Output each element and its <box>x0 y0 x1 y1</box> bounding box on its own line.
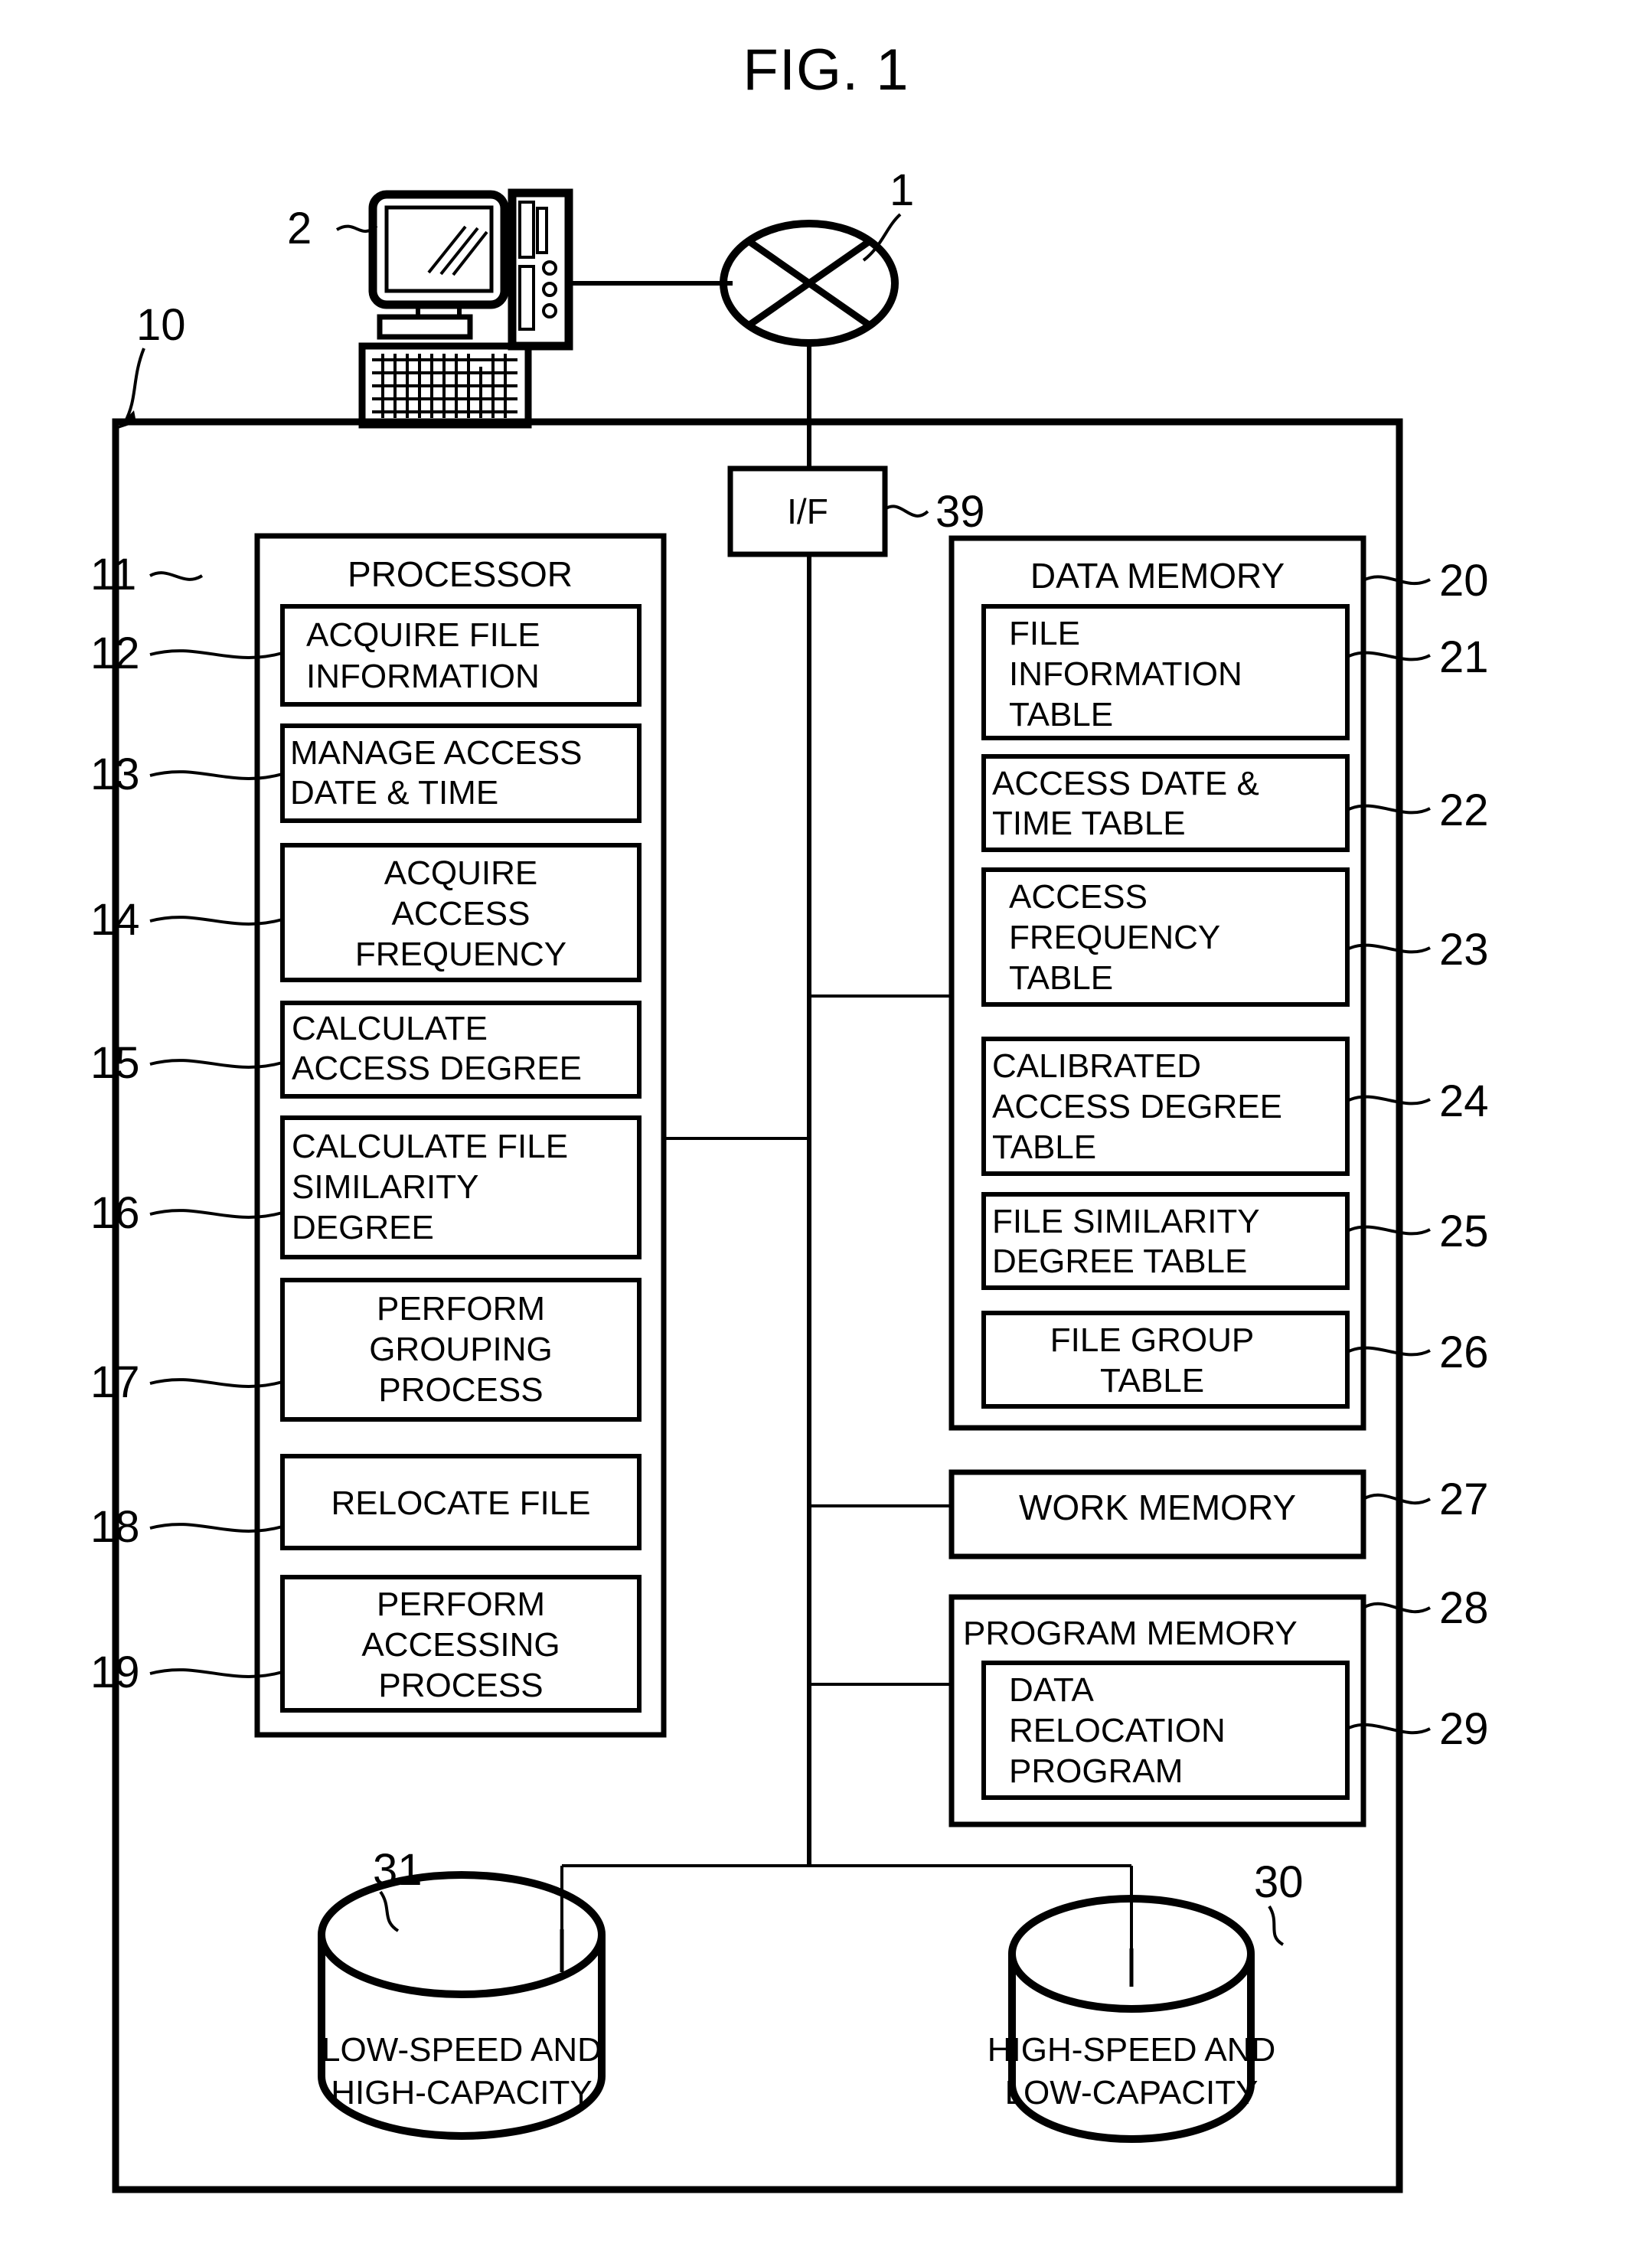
low-speed-storage-line: HIGH-CAPACITY <box>331 2074 592 2111</box>
data-memory-block-21: FILE INFORMATION TABLE <box>981 604 1350 740</box>
block-line: PROGRAM <box>1009 1752 1183 1790</box>
ref-leader-high-speed-storage <box>1268 1905 1285 1946</box>
block-line: CALIBRATED <box>992 1047 1201 1085</box>
ref-label-program-memory: 28 <box>1439 1583 1489 1633</box>
block-line: MANAGE ACCESS <box>290 734 582 772</box>
block-line: PERFORM <box>377 1586 545 1623</box>
program-memory-heading: PROGRAM MEMORY <box>963 1615 1298 1652</box>
ref-label-calculate-access-degree: 15 <box>90 1038 140 1088</box>
processor-block-13: MANAGE ACCESS DATE & TIME <box>280 723 642 823</box>
block-line: ACQUIRE FILE <box>306 616 540 654</box>
processor-block-19: PERFORM ACCESSING PROCESS <box>280 1575 642 1713</box>
ref-label-interface: 39 <box>935 487 985 537</box>
processor-heading: PROCESSOR <box>348 554 573 594</box>
block-line: PROCESS <box>378 1667 543 1704</box>
ref-label-network: 1 <box>890 165 914 215</box>
block-line: ACCESS DATE & <box>992 765 1259 802</box>
block-line: TABLE <box>992 1128 1096 1166</box>
processor-block-16: CALCULATE FILE SIMILARITY DEGREE <box>280 1115 642 1259</box>
block-line: INFORMATION <box>1009 655 1242 693</box>
ref-label-low-speed-storage: 31 <box>373 1845 423 1895</box>
block-line: SIMILARITY <box>292 1168 479 1206</box>
ref-label-access-date-time-table: 22 <box>1439 785 1489 835</box>
block-line: DATE & TIME <box>290 774 498 812</box>
block-line: GROUPING <box>369 1331 553 1368</box>
patent-figure-page: { "figure": { "title": "FIG. 1" }, "refs… <box>0 0 1652 2247</box>
block-line: TABLE <box>1100 1362 1204 1399</box>
block-line: DEGREE TABLE <box>992 1243 1247 1280</box>
ref-leaders-right <box>1347 575 1431 1735</box>
block-line: DATA <box>1009 1671 1094 1709</box>
block-line: TABLE <box>1009 696 1113 733</box>
work-memory-label: WORK MEMORY <box>1019 1488 1296 1527</box>
ref-label-terminal: 2 <box>287 204 312 253</box>
ref-label-calculate-file-similarity-degree: 16 <box>90 1188 140 1238</box>
ref-label-file-group-table: 26 <box>1439 1328 1489 1377</box>
data-relocation-program-block: DATA RELOCATION PROGRAM <box>981 1661 1350 1800</box>
ref-label-perform-grouping-process: 17 <box>90 1357 140 1407</box>
block-line: FREQUENCY <box>355 936 566 973</box>
ref-label-data-relocation-program: 29 <box>1439 1704 1489 1754</box>
ref-label-data-memory: 20 <box>1439 556 1489 606</box>
block-line: TABLE <box>1009 959 1113 997</box>
block-line: RELOCATE FILE <box>331 1484 590 1522</box>
data-memory-block-22: ACCESS DATE & TIME TABLE <box>981 754 1350 852</box>
high-speed-storage-line: HIGH-SPEED AND <box>988 2031 1276 2069</box>
block-line: RELOCATION <box>1009 1712 1226 1749</box>
interface-label: I/F <box>787 492 828 531</box>
block-line: CALCULATE FILE <box>292 1128 568 1165</box>
figure-canvas: 2 1 10 I/F 39 PROCESSOR ACQUIRE FILE INF… <box>90 165 1489 2193</box>
ref-label-work-memory: 27 <box>1439 1475 1489 1524</box>
block-line: INFORMATION <box>306 658 540 695</box>
ref-leaders-left <box>149 571 283 1678</box>
block-line: ACCESS DEGREE <box>992 1088 1282 1125</box>
ref-label-high-speed-storage: 30 <box>1254 1857 1304 1907</box>
block-line: PERFORM <box>377 1290 545 1328</box>
network-cloud-icon <box>720 220 899 469</box>
block-line: TIME TABLE <box>992 805 1186 842</box>
high-speed-storage-line: LOW-CAPACITY <box>1005 2074 1259 2111</box>
data-memory-block-24: CALIBRATED ACCESS DEGREE TABLE <box>981 1037 1350 1176</box>
computer-terminal-icon <box>358 188 733 429</box>
data-memory-block-26: FILE GROUP TABLE <box>981 1311 1350 1409</box>
processor-block-14: ACQUIRE ACCESS FREQUENCY <box>280 843 642 982</box>
block-line: FILE <box>1009 615 1080 652</box>
ref-label-acquire-file-information: 12 <box>90 629 140 678</box>
ref-label-access-frequency-table: 23 <box>1439 925 1489 975</box>
data-memory-heading: DATA MEMORY <box>1030 556 1285 596</box>
block-line: FILE SIMILARITY <box>992 1203 1260 1240</box>
block-line: CALCULATE <box>292 1010 488 1047</box>
ref-label-file-similarity-degree-table: 25 <box>1439 1207 1489 1256</box>
processor-block-18: RELOCATE FILE <box>280 1454 642 1550</box>
block-line: FREQUENCY <box>1009 919 1220 956</box>
processor-block-15: CALCULATE ACCESS DEGREE <box>280 1001 642 1099</box>
processor-block-12: ACQUIRE FILE INFORMATION <box>280 604 642 707</box>
block-line: FILE GROUP <box>1050 1321 1255 1359</box>
block-line: ACQUIRE <box>384 854 537 892</box>
ref-leader-interface <box>883 505 929 518</box>
block-line: DEGREE <box>292 1209 434 1246</box>
block-line: ACCESS <box>1009 878 1148 916</box>
ref-label-file-information-table: 21 <box>1439 632 1489 682</box>
ref-leader-system <box>116 348 145 429</box>
data-memory-block-25: FILE SIMILARITY DEGREE TABLE <box>981 1192 1350 1290</box>
ref-label-system: 10 <box>136 300 186 350</box>
data-memory-block-23: ACCESS FREQUENCY TABLE <box>981 867 1350 1007</box>
ref-label-acquire-access-frequency: 14 <box>90 895 140 945</box>
ref-label-perform-accessing-process: 19 <box>90 1648 140 1697</box>
ref-label-relocate-file: 18 <box>90 1502 140 1552</box>
block-line: ACCESSING <box>361 1626 560 1664</box>
block-line: ACCESS <box>392 895 531 932</box>
ref-label-processor: 11 <box>90 550 136 599</box>
processor-block-17: PERFORM GROUPING PROCESS <box>280 1278 642 1422</box>
block-line: ACCESS DEGREE <box>292 1050 582 1087</box>
ref-label-manage-access-date-time: 13 <box>90 750 140 799</box>
ref-label-calibrated-access-degree-table: 24 <box>1439 1076 1489 1126</box>
low-speed-storage-line: LOW-SPEED AND <box>322 2031 602 2069</box>
block-line: PROCESS <box>378 1371 543 1409</box>
low-speed-storage-cylinder: LOW-SPEED AND HIGH-CAPACITY <box>318 1871 606 2140</box>
ref-leader-low-speed-storage <box>379 1890 400 1932</box>
